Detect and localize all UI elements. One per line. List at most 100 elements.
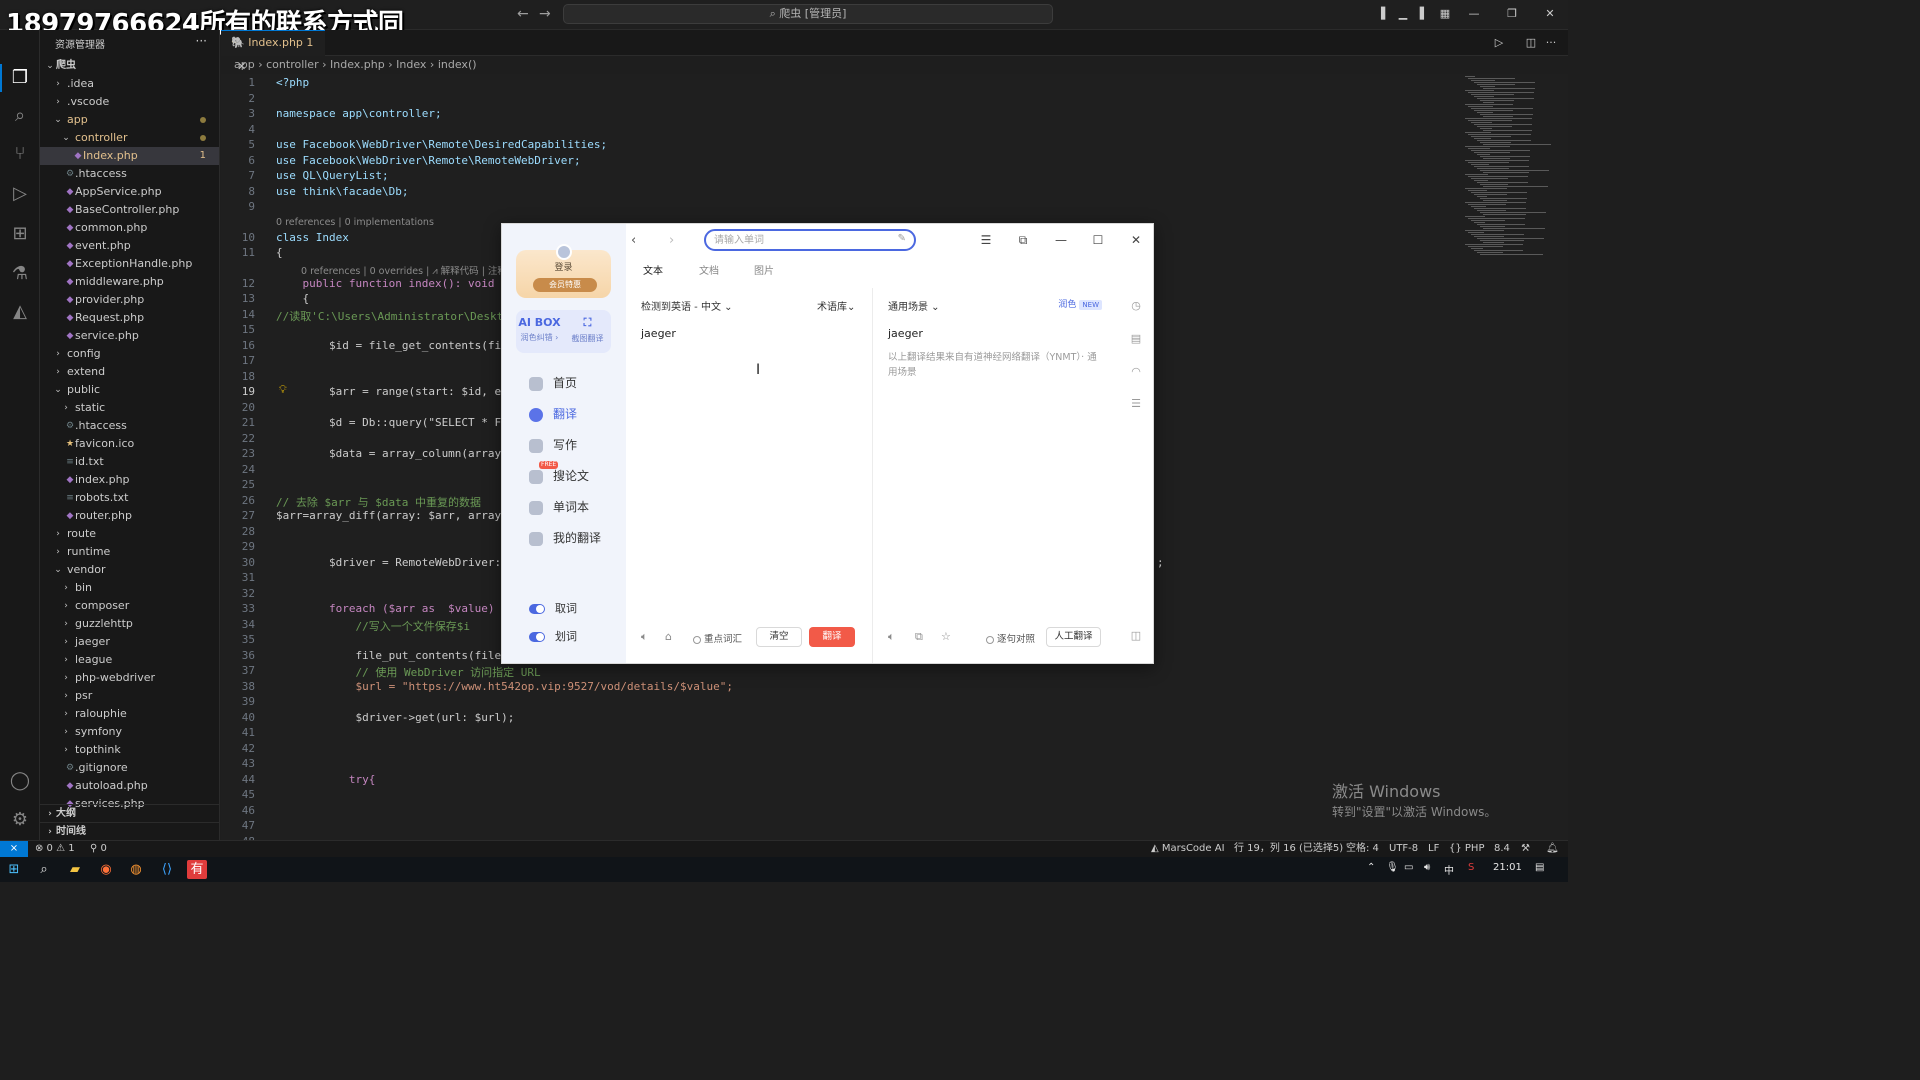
tree-file[interactable]: ◆ ExceptionHandle.php [40,255,219,273]
settings-gear-icon[interactable]: ⚙ [8,808,32,832]
lightbulb-icon[interactable]: 💡︎ [279,383,287,397]
command-center[interactable]: ⌕ 爬虫 [管理员] [563,4,1053,24]
collapse-panel-icon[interactable]: ◫ [1128,628,1144,644]
code-line[interactable]: $arr=array_diff(array: $arr, arrays: [276,509,514,522]
code-line[interactable]: use QL\QueryList; [276,169,389,182]
tree-file[interactable]: ◆ Request.php [40,309,219,327]
bag-icon[interactable]: ⌂ [665,630,672,643]
firefox-icon[interactable]: ◉ [96,860,116,879]
tree-folder[interactable]: ⌄ app [40,111,219,129]
split-editor-icon[interactable]: ◫ [1524,36,1538,50]
line-ending[interactable]: LF [1428,841,1439,857]
close-icon[interactable]: ✕ [1543,7,1557,21]
tree-file[interactable]: ◆ event.php [40,237,219,255]
code-line[interactable]: $driver->get(url: $url); [276,711,514,724]
word-search-input[interactable] [714,233,884,247]
maximize-icon[interactable]: ☐ [1090,232,1106,248]
code-line[interactable]: $data = array_column(array: [276,447,508,460]
problems-status[interactable]: ⊗ 0 ⚠ 1 [35,841,75,857]
nav-item[interactable]: 单词本 [529,498,589,516]
tree-file[interactable]: ◆ AppService.php [40,183,219,201]
select-translate-toggle[interactable]: 划词 [529,629,577,645]
code-line[interactable]: // 去除 $arr 与 $data 中重复的数据 [276,494,481,510]
tree-folder[interactable]: › .vscode [40,93,219,111]
browser-icon[interactable]: ◍ [126,860,146,879]
source-control-icon[interactable]: ⑂ [8,142,32,166]
code-line[interactable]: use think\facade\Db; [276,185,408,198]
breadcrumb-item[interactable]: Index [396,58,426,71]
nav-item[interactable]: 首页 [529,374,577,392]
code-line[interactable]: foreach ($arr as $value) { [276,602,508,615]
account-icon[interactable]: ◯ [8,769,32,793]
minimap[interactable] [1461,74,1568,840]
settings-sliders-icon[interactable]: ☰ [1128,396,1144,412]
network-icon[interactable]: ▭ [1404,862,1413,873]
code-line[interactable]: { [276,292,309,305]
code-line[interactable]: //读取'C:\Users\Administrator\Deskto [276,308,510,324]
source-text[interactable]: jaeger [641,327,676,340]
tree-folder[interactable]: › psr [40,687,219,705]
term-library-selector[interactable]: 术语库⌄ [817,298,855,313]
translated-text[interactable]: jaeger [888,327,923,340]
remote-indicator-icon[interactable]: ⨯ [0,841,28,858]
tree-folder[interactable]: › symfony [40,723,219,741]
screenshot-translate-tool[interactable]: ⛶ 截图翻译 [564,316,611,344]
star-icon[interactable]: ☆ [941,630,951,643]
tab-document[interactable]: 文档 [699,262,719,277]
arrow-right-icon[interactable]: → [539,6,551,22]
tree-folder[interactable]: › bin [40,579,219,597]
tree-folder[interactable]: ⌄ controller [40,129,219,147]
tree-folder[interactable]: › runtime [40,543,219,561]
run-debug-icon[interactable]: ▷ [8,182,32,206]
human-translate-button[interactable]: 人工翻译 [1046,627,1101,647]
tree-file[interactable]: ★ favicon.ico [40,435,219,453]
tree-folder[interactable]: › jaeger [40,633,219,651]
tree-folder[interactable]: › route [40,525,219,543]
php-version[interactable]: 8.4 [1494,841,1510,857]
handwriting-icon[interactable]: ✎ [898,233,906,244]
tree-file[interactable]: ◆ router.php [40,507,219,525]
nav-item[interactable]: 翻译 [529,405,577,423]
tree-file[interactable]: ◆ BaseController.php [40,201,219,219]
history-icon[interactable]: ◷ [1128,298,1144,314]
tree-file[interactable]: ◆ service.php [40,327,219,345]
search-icon[interactable]: ⌕ [34,860,54,879]
headset-icon[interactable]: ◠ [1128,364,1144,380]
nav-item[interactable]: 我的翻译 [529,529,601,547]
code-line[interactable]: use Facebook\WebDriver\Remote\DesiredCap… [276,138,607,151]
code-line[interactable]: <?php [276,76,309,89]
nav-item[interactable]: 搜论文 FREE [529,461,589,485]
toggle-panel-icon[interactable]: ▁ [1396,7,1410,21]
tree-file[interactable]: ⚙ .htaccess [40,165,219,183]
vip-offer-button[interactable]: 会员特惠 [533,278,597,292]
code-line[interactable]: use Facebook\WebDriver\Remote\RemoteWebD… [276,154,581,167]
code-line[interactable]: $driver = RemoteWebDriver::c [276,556,514,569]
back-arrow-icon[interactable]: ‹ [631,233,636,248]
tree-file[interactable]: ≡ robots.txt [40,489,219,507]
minimize-icon[interactable]: — [1053,232,1069,248]
ports-status[interactable]: ⚲ 0 [90,841,107,857]
search-icon[interactable]: ⌕ [8,104,32,128]
speaker-icon[interactable]: 🔈︎ [641,630,648,644]
more-actions-icon[interactable]: ··· [196,34,207,48]
explorer-icon[interactable]: ❐ [8,66,32,90]
code-line[interactable]: class Index [276,231,349,244]
tab-index-php[interactable]: 🐘 Index.php 1 ✕ [221,30,325,73]
volume-icon[interactable]: 🔊︎ [1424,862,1430,873]
code-line[interactable]: namespace app\controller; [276,107,442,120]
radio-icon[interactable] [693,635,701,644]
tree-file[interactable]: ◆ middleware.php [40,273,219,291]
code-line[interactable]: public function index(): void [276,277,494,290]
marscode-icon[interactable]: ◭ [8,300,32,324]
tree-file[interactable]: ◆ autoload.php [40,777,219,795]
toggle-switch[interactable] [529,604,545,614]
outline-section[interactable]: › 大纲 [40,804,219,822]
polish-button[interactable]: 润色 NEW [1058,297,1102,310]
radio-icon[interactable] [986,635,994,644]
forward-arrow-icon[interactable]: › [669,233,674,248]
microphone-icon[interactable]: 🎙︎ [1386,862,1399,873]
toggle-sidebar-icon[interactable]: ▐ [1374,7,1388,21]
indentation[interactable]: 空格: 4 [1346,841,1379,857]
clear-button[interactable]: 清空 [756,627,802,647]
workspace-root[interactable]: ⌄ 爬虫 [40,57,219,75]
